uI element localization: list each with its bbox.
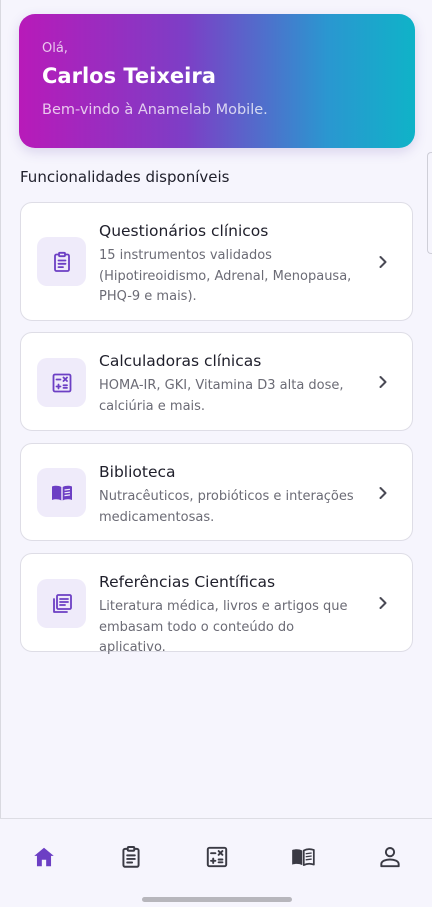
person-icon [380,847,400,868]
clipboard-icon [37,237,86,286]
chevron-right-icon [379,256,387,268]
home-icon [34,847,54,867]
chevron-right-icon [379,487,387,499]
calculator-icon [206,846,228,868]
nav-home[interactable] [30,843,58,871]
nav-library[interactable] [289,843,317,871]
book-open-icon [292,848,315,866]
bottom-navigation [0,818,432,907]
nav-questionnaires[interactable] [117,843,145,871]
feature-title: Questionários clínicos [99,222,269,240]
feature-description: 15 instrumentos validados (Hipotireoidis… [99,248,352,304]
feature-card-references[interactable]: Referências Científicas Literatura médic… [20,553,413,655]
feature-title: Referências Científicas [99,573,276,591]
feature-card-library[interactable]: Biblioteca Nutracêuticos, probióticos e … [20,443,413,541]
home-indicator[interactable] [142,897,292,902]
nav-calculators[interactable] [203,843,231,871]
clipboard-icon [122,846,140,868]
chevron-right-icon [379,597,387,609]
feature-card-questionnaires[interactable]: Questionários clínicos 15 instrumentos v… [20,202,413,321]
feature-title: Calculadoras clínicas [99,352,262,370]
welcome-banner: Olá, Carlos Teixeira Bem-vindo à Anamela… [19,14,415,148]
feature-description: Literatura médica, livros e artigos que … [99,599,348,655]
side-drawer-handle[interactable] [427,152,432,254]
feature-description: Nutracêuticos, probióticos e interações … [99,489,354,525]
feature-card-calculators[interactable]: Calculadoras clínicas HOMA-IR, GKI, Vita… [20,332,413,431]
feature-title: Biblioteca [99,463,176,481]
feature-description: HOMA-IR, GKI, Vitamina D3 alta dose, cal… [99,378,344,414]
calculator-icon [37,358,86,407]
welcome-message: Bem-vindo à Anamelab Mobile. [42,102,268,118]
book-open-icon [37,468,86,517]
user-name: Carlos Teixeira [42,64,216,88]
nav-profile[interactable] [376,843,404,871]
section-title: Funcionalidades disponíveis [20,168,230,186]
library-books-icon [37,579,86,628]
screen-edge [0,0,1,906]
chevron-right-icon [379,376,387,388]
greeting-text: Olá, [42,41,68,56]
